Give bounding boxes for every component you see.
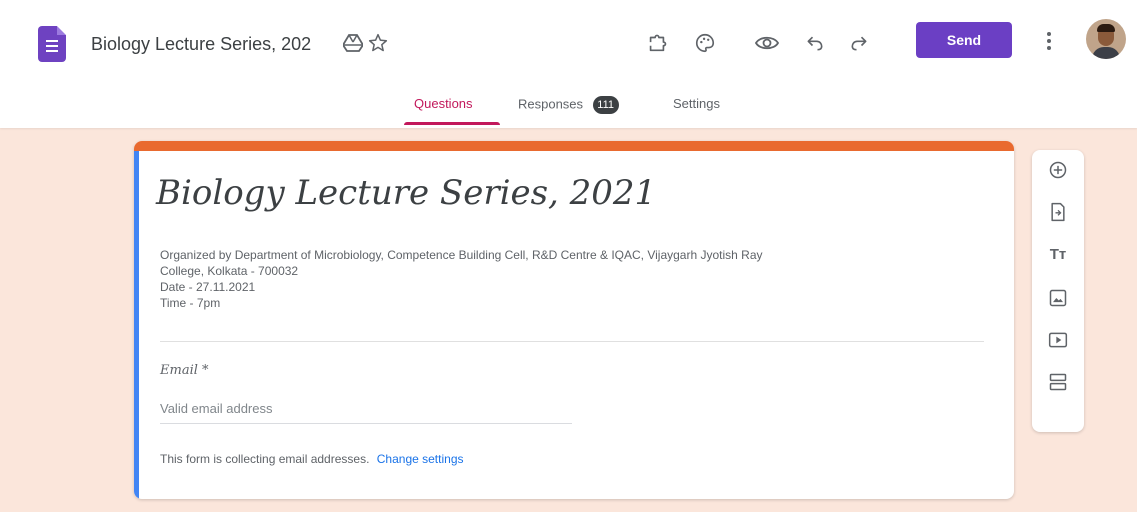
forms-app-icon[interactable] (38, 26, 66, 62)
document-title[interactable]: Biology Lecture Series, 202 (91, 34, 311, 55)
email-collection-notice: This form is collecting email addresses.… (160, 452, 464, 466)
email-field[interactable]: Valid email address (160, 401, 572, 424)
card-focus-bar (134, 151, 139, 499)
add-image-icon[interactable] (1044, 284, 1072, 312)
tab-responses[interactable]: Responses 111 (518, 96, 619, 114)
undo-icon[interactable] (800, 28, 830, 58)
add-question-icon[interactable] (1044, 156, 1072, 184)
form-title[interactable]: Biology Lecture Series, 2021 (156, 173, 656, 213)
form-tabs: Questions Responses 111 Settings (0, 92, 1137, 128)
email-label: Email * (160, 363, 209, 378)
description-line: Date - 27.11.2021 (160, 280, 256, 294)
form-header-card: Biology Lecture Series, 2021 Organized b… (134, 141, 1014, 499)
tab-questions[interactable]: Questions (414, 96, 473, 111)
customize-theme-icon[interactable] (690, 28, 720, 58)
add-ons-icon[interactable] (642, 28, 672, 58)
description-line: College, Kolkata - 700032 (160, 264, 299, 278)
tab-responses-label: Responses (518, 96, 584, 112)
add-title-icon[interactable]: Tт (1044, 240, 1072, 268)
description-line: Time - 7pm (160, 296, 221, 310)
responses-count-badge: 111 (592, 96, 619, 114)
add-section-icon[interactable] (1044, 368, 1072, 396)
tab-settings[interactable]: Settings (673, 96, 720, 111)
form-description[interactable]: Organized by Department of Microbiology,… (160, 247, 990, 311)
change-settings-link[interactable]: Change settings (377, 452, 464, 466)
preview-icon[interactable] (752, 28, 782, 58)
avatar[interactable] (1086, 19, 1126, 59)
send-button[interactable]: Send (916, 22, 1012, 58)
top-app-bar: Biology Lecture Series, 202 Send Questio… (0, 0, 1137, 128)
redo-icon[interactable] (844, 28, 874, 58)
import-questions-icon[interactable] (1044, 198, 1072, 226)
active-tab-indicator (404, 122, 500, 125)
star-icon[interactable] (367, 32, 389, 54)
description-line: Organized by Department of Microbiology,… (160, 248, 763, 262)
move-to-drive-icon[interactable] (342, 32, 364, 54)
notice-text: This form is collecting email addresses. (160, 452, 370, 466)
add-video-icon[interactable] (1044, 326, 1072, 354)
more-vert-icon[interactable] (1039, 26, 1059, 56)
divider (160, 341, 984, 342)
card-accent-bar (134, 141, 1014, 151)
floating-toolbar: Tт (1032, 150, 1084, 432)
